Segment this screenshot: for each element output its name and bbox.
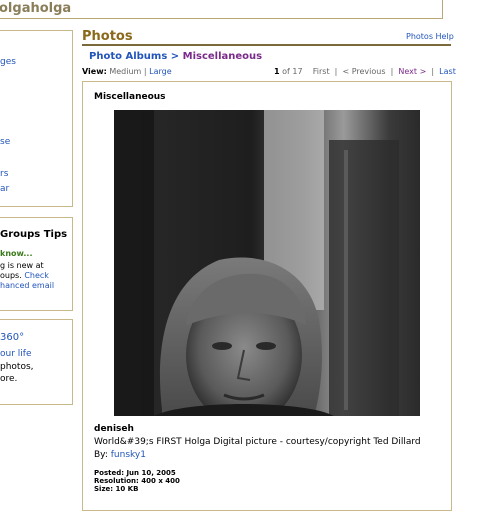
pager-next-link[interactable]: Next > — [398, 67, 426, 76]
promo-heading[interactable]: 360° — [0, 332, 24, 343]
window-title-bar: olgaholga — [0, 0, 443, 19]
pager-current: 1 — [274, 67, 280, 76]
resolution-row: Resolution: 400 x 400 — [94, 477, 180, 485]
promo-text-2: ore. — [0, 374, 18, 384]
groups-tips-heading: Groups Tips — [0, 229, 68, 240]
photos-help-link[interactable]: Photos Help — [406, 32, 454, 41]
view-label: View: — [82, 67, 107, 76]
album-title: Miscellaneous — [94, 92, 166, 102]
view-large-link[interactable]: Large — [149, 67, 172, 76]
check-link[interactable]: Check — [24, 271, 49, 280]
breadcrumb: Photo Albums > Miscellaneous — [89, 51, 262, 62]
view-medium: Medium — [109, 67, 142, 76]
sidebar-link-3[interactable]: rs — [0, 169, 8, 179]
groups-tips-text-2: oups. Check — [0, 271, 49, 280]
pager-previous: < Previous — [342, 67, 386, 76]
photo-by: By: funsky1 — [94, 450, 146, 460]
sidebar-link-2[interactable]: se — [0, 137, 10, 147]
size-value: 10 KB — [115, 485, 139, 493]
pager-of: of — [282, 67, 290, 76]
posted-row: Posted: Jun 10, 2005 — [94, 469, 176, 477]
window-title: olgaholga — [0, 1, 72, 16]
resolution-value: 400 x 400 — [141, 477, 180, 485]
by-user-link[interactable]: funsky1 — [111, 450, 146, 460]
groups-tips-box: Groups Tips know... g is new at oups. Ch… — [0, 217, 73, 311]
sidebar-links-box: ges se rs ar — [0, 30, 73, 207]
sidebar-link-pages[interactable]: ges — [0, 57, 16, 67]
enhanced-email-link[interactable]: hanced email — [0, 281, 54, 291]
view-size-selector: View: Medium | Large — [82, 67, 172, 76]
breadcrumb-photo-albums[interactable]: Photo Albums — [89, 51, 167, 62]
sidebar-link-calendar[interactable]: ar — [0, 184, 9, 194]
promo-box: 360° our life photos, ore. — [0, 319, 73, 405]
size-row: Size: 10 KB — [94, 485, 139, 493]
posted-value: Jun 10, 2005 — [126, 469, 176, 477]
view-separator: | — [143, 67, 147, 76]
page-title: Photos — [82, 29, 133, 44]
promo-link[interactable]: our life — [0, 349, 31, 359]
groups-tips-text-1: g is new at — [0, 261, 44, 270]
pager-first: First — [312, 67, 330, 76]
photo-image[interactable] — [114, 110, 420, 416]
by-label: By: — [94, 450, 108, 460]
breadcrumb-separator: > — [170, 51, 180, 62]
photo-card: Miscellaneous deniseh World&#39;s FIRST … — [82, 81, 452, 511]
photo-caption: World&#39;s FIRST Holga Digital picture … — [94, 437, 421, 447]
promo-text-1: photos, — [0, 362, 34, 372]
did-you-know-label: know... — [0, 249, 33, 258]
photo-metadata: Posted: Jun 10, 2005 Resolution: 400 x 4… — [94, 469, 180, 493]
photo-owner-name: deniseh — [94, 424, 134, 434]
breadcrumb-current: Miscellaneous — [182, 51, 263, 62]
header-divider — [82, 44, 451, 46]
pager-last-link[interactable]: Last — [439, 67, 456, 76]
pager: 1 of 17 First | < Previous | Next > | La… — [274, 67, 456, 76]
pager-total: 17 — [292, 67, 303, 76]
